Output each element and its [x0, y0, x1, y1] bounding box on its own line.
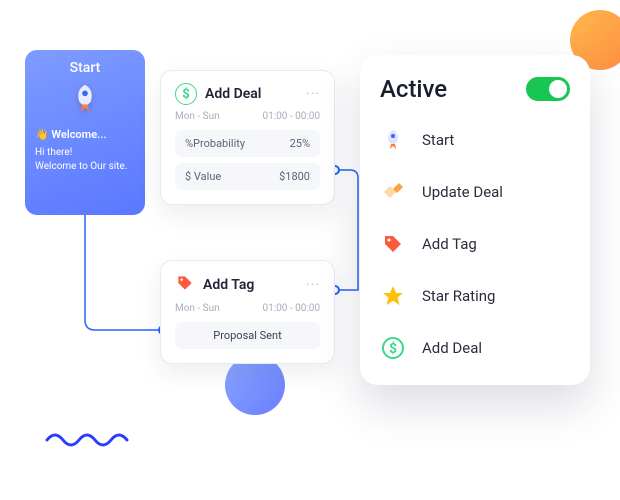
- start-card[interactable]: Start 👋 Welcome... Hi there! Welcome to …: [25, 50, 145, 215]
- tag-icon: [380, 231, 406, 257]
- tag-status: Proposal Sent: [213, 329, 281, 342]
- decorative-squiggle: [45, 430, 135, 450]
- active-title: Active: [380, 75, 447, 103]
- tag-more-button[interactable]: ···: [306, 277, 320, 293]
- option-label: Update Deal: [422, 183, 503, 201]
- deal-time: 01:00 - 00:00: [262, 111, 320, 122]
- star-icon: [380, 283, 406, 309]
- svg-text:$: $: [389, 340, 397, 357]
- deal-prob-label: %Probability: [185, 137, 245, 150]
- welcome-row: 👋 Welcome...: [35, 128, 135, 141]
- deal-value-amount: $1800: [279, 170, 310, 183]
- deal-prob-row: %Probability 25%: [175, 130, 320, 157]
- deal-value-label: $ Value: [185, 170, 221, 183]
- option-start[interactable]: Start: [380, 127, 570, 153]
- tag-time: 01:00 - 00:00: [262, 303, 320, 314]
- add-tag-card[interactable]: Add Tag ··· Mon - Sun 01:00 - 00:00 Prop…: [160, 260, 335, 364]
- add-deal-card[interactable]: $ Add Deal ··· Mon - Sun 01:00 - 00:00 %…: [160, 70, 335, 205]
- active-toggle[interactable]: [526, 77, 570, 101]
- option-label: Star Rating: [422, 287, 495, 305]
- option-label: Start: [422, 131, 454, 149]
- welcome-hi: Hi there!: [35, 147, 135, 158]
- deal-value-row: $ Value $1800: [175, 163, 320, 190]
- dollar-icon: $: [380, 335, 406, 361]
- rocket-icon: [35, 82, 135, 120]
- deal-more-button[interactable]: ···: [306, 86, 320, 102]
- option-update-deal[interactable]: Update Deal: [380, 179, 570, 205]
- deal-days: Mon - Sun: [175, 111, 220, 122]
- option-label: Add Deal: [422, 339, 482, 357]
- deal-prob-value: 25%: [290, 137, 310, 150]
- option-add-tag[interactable]: Add Tag: [380, 231, 570, 257]
- welcome-sub: Welcome to Our site.: [35, 161, 135, 172]
- tag-status-row: Proposal Sent: [175, 322, 320, 349]
- tag-icon: [175, 273, 195, 297]
- rocket-icon: [380, 127, 406, 153]
- option-add-deal[interactable]: $ Add Deal: [380, 335, 570, 361]
- tag-days: Mon - Sun: [175, 303, 220, 314]
- active-panel: Active Start Update Deal Add Tag Star Ra…: [360, 55, 590, 385]
- option-star-rating[interactable]: Star Rating: [380, 283, 570, 309]
- tag-title: Add Tag: [203, 277, 254, 293]
- handshake-icon: [380, 179, 406, 205]
- start-title: Start: [35, 60, 135, 76]
- decorative-blue-circle: [225, 355, 285, 415]
- option-label: Add Tag: [422, 235, 477, 253]
- deal-title: Add Deal: [205, 86, 261, 102]
- dollar-icon: $: [175, 83, 197, 105]
